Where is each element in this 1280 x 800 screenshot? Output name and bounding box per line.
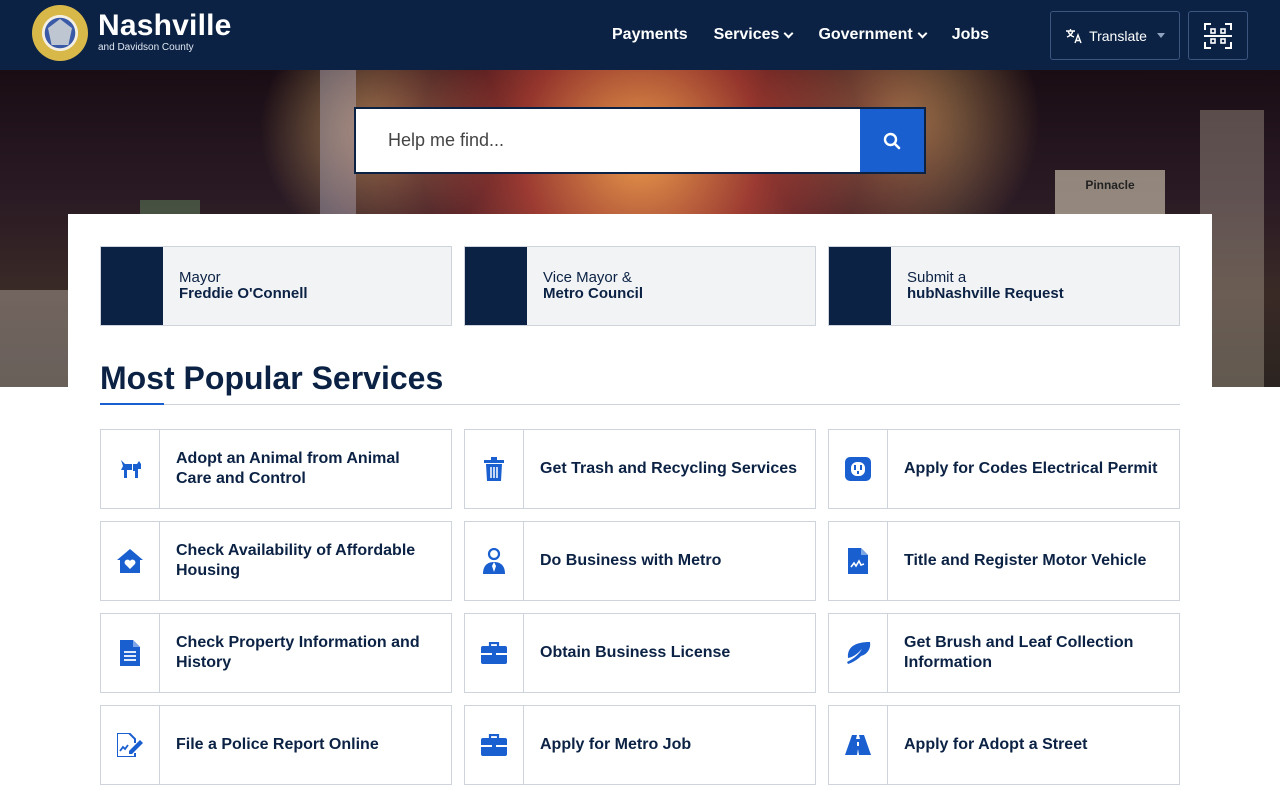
quick-link-line1: Submit a — [907, 269, 967, 286]
quick-link-line2: Freddie O'Connell — [179, 285, 308, 302]
search-button[interactable] — [860, 109, 924, 172]
house-heart-icon — [101, 522, 160, 600]
qr-scan-icon — [1204, 22, 1232, 49]
skyline-building — [320, 70, 356, 220]
service-card-label: Apply for Metro Job — [540, 736, 692, 753]
service-card[interactable]: Apply for Metro Job — [464, 705, 816, 785]
translate-icon — [1065, 28, 1083, 44]
service-card-label: Check Availability of Affordable Housing — [176, 542, 416, 579]
service-card[interactable]: Title and Register Motor Vehicle — [828, 521, 1180, 601]
logo-subtitle: and Davidson County — [98, 42, 194, 53]
nav-jobs[interactable]: Jobs — [952, 26, 989, 44]
leaf-icon — [829, 614, 888, 692]
outlet-icon — [829, 430, 888, 508]
site-header: Nashville and Davidson County Payments S… — [0, 0, 1280, 70]
section-title: Most Popular Services — [100, 360, 444, 396]
translate-button[interactable]: Translate — [1050, 11, 1180, 60]
nav-government[interactable]: Government — [818, 26, 928, 44]
chevron-down-icon — [783, 28, 794, 38]
briefcase-icon — [465, 614, 524, 692]
quick-link-hubnashville[interactable]: Submit a hubNashville Request — [828, 246, 1180, 326]
service-card-label: Do Business with Metro — [540, 552, 722, 569]
service-card-label: Get Brush and Leaf Collection Informatio… — [904, 634, 1134, 671]
service-card-label: File a Police Report Online — [176, 736, 379, 753]
service-card[interactable]: Adopt an Animal from Animal Care and Con… — [100, 429, 452, 509]
quick-link-line1: Mayor — [179, 269, 221, 286]
service-card-label: Check Property Information and History — [176, 634, 420, 671]
nav-services[interactable]: Services — [714, 26, 794, 44]
caret-down-icon — [1156, 33, 1165, 38]
road-icon — [829, 706, 888, 784]
chevron-down-icon — [917, 28, 928, 38]
translate-label: Translate — [1089, 27, 1147, 44]
search-input[interactable] — [356, 109, 860, 172]
businessperson-icon — [465, 522, 524, 600]
service-card[interactable]: Obtain Business License — [464, 613, 816, 693]
site-search — [354, 107, 926, 174]
trash-icon — [465, 430, 524, 508]
logo-title: Nashville — [98, 9, 232, 42]
section-divider — [100, 404, 1180, 405]
site-logo[interactable]: Nashville and Davidson County — [32, 5, 232, 61]
scan-button[interactable] — [1188, 11, 1248, 60]
quick-link-line2: hubNashville Request — [907, 285, 1064, 302]
metro-seal-icon — [32, 5, 88, 61]
service-card-label: Adopt an Animal from Animal Care and Con… — [176, 450, 400, 487]
service-card[interactable]: Check Property Information and History — [100, 613, 452, 693]
service-card[interactable]: Check Availability of Affordable Housing — [100, 521, 452, 601]
search-icon — [883, 132, 901, 150]
service-card[interactable]: Get Brush and Leaf Collection Informatio… — [828, 613, 1180, 693]
document-icon — [101, 614, 160, 692]
file-signature-icon — [829, 522, 888, 600]
main-nav: Payments Services Government Jobs — [612, 0, 1015, 70]
skyline-building — [0, 290, 70, 387]
service-card[interactable]: Apply for Adopt a Street — [828, 705, 1180, 785]
quick-link-accent — [465, 247, 527, 325]
service-card[interactable]: Apply for Codes Electrical Permit — [828, 429, 1180, 509]
service-card[interactable]: Do Business with Metro — [464, 521, 816, 601]
quick-link-accent — [101, 247, 163, 325]
service-card-label: Get Trash and Recycling Services — [540, 460, 798, 477]
dog-icon — [101, 430, 160, 508]
quick-link-mayor[interactable]: Mayor Freddie O'Connell — [100, 246, 452, 326]
quick-link-accent — [829, 247, 891, 325]
quick-link-line1: Vice Mayor & — [543, 269, 632, 286]
file-pen-icon — [101, 706, 160, 784]
briefcase-icon — [465, 706, 524, 784]
building-sign: Pinnacle — [1085, 178, 1135, 192]
content-panel: Mayor Freddie O'Connell Vice Mayor & Metro… — [68, 214, 1212, 800]
nav-payments[interactable]: Payments — [612, 26, 688, 44]
service-card-label: Apply for Adopt a Street — [904, 736, 1088, 753]
quick-link-line2: Metro Council — [543, 285, 643, 302]
quick-link-vice-mayor[interactable]: Vice Mayor & Metro Council — [464, 246, 816, 326]
section-divider-accent — [100, 403, 164, 405]
service-card[interactable]: File a Police Report Online — [100, 705, 452, 785]
service-card-label: Title and Register Motor Vehicle — [904, 552, 1147, 569]
service-card-label: Obtain Business License — [540, 644, 731, 661]
service-card-label: Apply for Codes Electrical Permit — [904, 460, 1158, 477]
service-card[interactable]: Get Trash and Recycling Services — [464, 429, 816, 509]
